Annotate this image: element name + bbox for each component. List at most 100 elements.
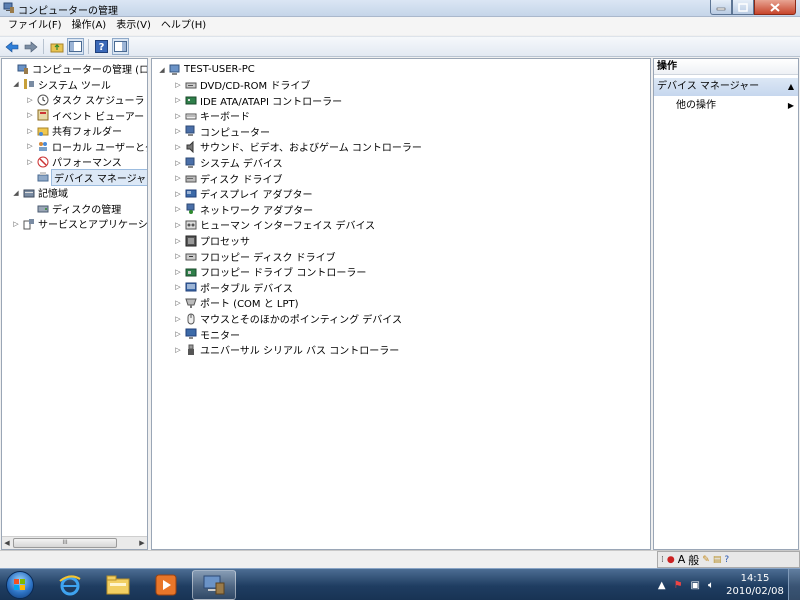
menu-action[interactable]: 操作(A)	[67, 17, 112, 35]
expand-icon[interactable]: ▷	[174, 330, 182, 338]
taskbar-explorer[interactable]	[96, 570, 140, 600]
console-tree-item[interactable]: ▷ タスク スケジューラ	[26, 92, 144, 107]
close-button[interactable]	[754, 0, 796, 15]
scroll-thumb[interactable]: III	[13, 538, 117, 548]
device-category-item[interactable]: ▷ サウンド、ビデオ、およびゲーム コントローラー	[174, 139, 422, 154]
device-category-item[interactable]: ▷ ディスク ドライブ	[174, 171, 282, 186]
title-bar[interactable]: コンピューターの管理	[0, 0, 800, 17]
collapse-icon[interactable]: ◢	[12, 189, 20, 197]
expand-icon[interactable]: ▷	[174, 127, 182, 135]
expand-icon[interactable]: ▷	[174, 252, 182, 260]
device-tree-root[interactable]: ◢ TEST-USER-PC	[158, 62, 255, 77]
device-category-item[interactable]: ▷ ネットワーク アダプター	[174, 202, 313, 217]
show-hide-action-pane-button[interactable]	[112, 38, 129, 55]
show-hidden-icons-button[interactable]: ▲	[658, 580, 666, 591]
action-center-flag-icon[interactable]: ⚑	[674, 580, 683, 591]
minimize-button[interactable]	[710, 0, 732, 15]
network-icon[interactable]: ▣	[691, 580, 700, 591]
expand-icon[interactable]: ▷	[174, 237, 182, 245]
ime-kanji-mode[interactable]: 般	[688, 552, 699, 568]
console-tree-item[interactable]: ディスクの管理	[26, 201, 121, 216]
expand-icon[interactable]: ▷	[174, 283, 182, 291]
device-category-item[interactable]: ▷ コンピューター	[174, 124, 270, 139]
ime-help-icon[interactable]: ?	[724, 555, 729, 565]
console-tree-item[interactable]: ▷ サービスとアプリケーショ	[12, 216, 147, 231]
console-tree-pane[interactable]: コンピューターの管理 (ローカ ◢ システム ツール ▷ タスク スケジューラ ▷ イベント…	[1, 58, 148, 550]
horizontal-scrollbar[interactable]: ◀ III ▶	[2, 536, 147, 549]
scroll-right-arrow-icon[interactable]: ▶	[138, 539, 146, 547]
up-level-button[interactable]	[48, 38, 65, 55]
console-tree-item[interactable]: ◢ システム ツール	[12, 77, 111, 92]
expand-icon[interactable]: ▷	[26, 158, 34, 166]
more-actions-item[interactable]: 他の操作	[676, 99, 716, 113]
device-category-item[interactable]: ▷ キーボード	[174, 108, 250, 124]
expand-icon[interactable]: ▷	[174, 205, 182, 213]
console-tree-item[interactable]: デバイス マネージャー	[26, 168, 147, 186]
device-category-item[interactable]: ▷ モニター	[174, 327, 240, 342]
show-desktop-button[interactable]	[788, 569, 800, 600]
console-tree-item[interactable]: ▷ ローカル ユーザーとグ	[26, 139, 147, 154]
device-category-item[interactable]: ▷ IDE ATA/ATAPI コントローラー	[174, 93, 342, 108]
expand-icon[interactable]: ▷	[12, 220, 20, 228]
expand-icon[interactable]: ▷	[174, 96, 182, 104]
menu-help[interactable]: ヘルプ(H)	[156, 17, 211, 35]
device-category-item[interactable]: ▷ ポータブル デバイス	[174, 280, 293, 295]
forward-button[interactable]	[22, 38, 39, 55]
device-category-item[interactable]: ▷ フロッピー ドライブ コントローラー	[174, 264, 366, 280]
expand-icon[interactable]: ▷	[174, 112, 182, 120]
back-button[interactable]	[3, 38, 20, 55]
device-category-item[interactable]: ▷ ヒューマン インターフェイス デバイス	[174, 217, 375, 232]
console-tree-item[interactable]: コンピューターの管理 (ローカ	[6, 61, 147, 76]
expand-icon[interactable]: ▷	[174, 315, 182, 323]
actions-section-device-manager[interactable]: デバイス マネージャー ▲	[654, 78, 798, 96]
scroll-left-arrow-icon[interactable]: ◀	[3, 539, 11, 547]
console-tree-item[interactable]: ▷ パフォーマンス	[26, 154, 122, 169]
system-clock[interactable]: 14:15 2010/02/08	[722, 572, 788, 598]
ime-grip-icon[interactable]: ⁞	[661, 555, 664, 565]
taskbar-media-player[interactable]	[144, 570, 188, 600]
ime-red-icon[interactable]: ●	[667, 555, 675, 565]
collapse-icon[interactable]: ◢	[12, 80, 20, 88]
expand-icon[interactable]: ▷	[174, 143, 182, 151]
device-category-item[interactable]: ▷ マウスとそのほかのポインティング デバイス	[174, 311, 402, 326]
collapse-up-icon[interactable]: ▲	[788, 78, 794, 96]
expand-icon[interactable]: ▷	[174, 190, 182, 198]
device-category-item[interactable]: ▷ プロセッサ	[174, 233, 250, 248]
device-manager-pane[interactable]: ◢ TEST-USER-PC ▷ DVD/CD-ROM ドライブ ▷ IDE ATA/…	[151, 58, 651, 550]
expand-icon[interactable]: ▷	[26, 127, 34, 135]
device-category-item[interactable]: ▷ DVD/CD-ROM ドライブ	[174, 77, 310, 93]
expand-icon[interactable]: ▷	[174, 174, 182, 182]
device-category-item[interactable]: ▷ フロッピー ディスク ドライブ	[174, 249, 335, 264]
ime-language-bar[interactable]: ⁞ ● A 般 ✎ ▤ ?	[657, 551, 800, 568]
expand-icon[interactable]: ▷	[174, 221, 182, 229]
maximize-button[interactable]	[732, 0, 754, 15]
expand-icon[interactable]: ▷	[174, 299, 182, 307]
taskbar-internet-explorer[interactable]	[48, 570, 92, 600]
start-button[interactable]	[6, 571, 34, 599]
expand-icon[interactable]: ▷	[174, 346, 182, 354]
device-category-item[interactable]: ▷ システム デバイス	[174, 155, 283, 170]
taskbar-computer-management[interactable]	[192, 570, 236, 600]
menu-view[interactable]: 表示(V)	[111, 17, 156, 35]
expand-icon[interactable]: ▷	[174, 81, 182, 89]
help-button[interactable]: ?	[93, 38, 110, 55]
device-category-item[interactable]: ▷ ポート (COM と LPT)	[174, 295, 299, 310]
ime-input-mode[interactable]: A	[678, 553, 686, 566]
console-tree-item[interactable]: ◢ 記憶域	[12, 185, 68, 201]
expand-icon[interactable]: ▷	[174, 159, 182, 167]
ime-tools-icon[interactable]: ✎	[702, 555, 710, 565]
ime-dictionary-icon[interactable]: ▤	[713, 555, 722, 565]
submenu-arrow-icon[interactable]: ▶	[788, 99, 794, 113]
expand-icon[interactable]: ▷	[26, 96, 34, 104]
console-tree-item[interactable]: ▷ 共有フォルダー	[26, 123, 122, 139]
collapse-icon[interactable]: ◢	[158, 66, 166, 74]
expand-icon[interactable]: ▷	[174, 268, 182, 276]
show-hide-console-tree-button[interactable]	[67, 38, 84, 55]
menu-file[interactable]: ファイル(F)	[3, 17, 67, 35]
device-category-item[interactable]: ▷ ディスプレイ アダプター	[174, 186, 312, 201]
expand-icon[interactable]: ▷	[26, 111, 34, 119]
expand-icon[interactable]: ▷	[26, 142, 34, 150]
volume-icon[interactable]: 🔈︎	[708, 580, 714, 591]
console-tree-item[interactable]: ▷ イベント ビューアー	[26, 108, 144, 123]
device-category-item[interactable]: ▷ ユニバーサル シリアル バス コントローラー	[174, 342, 399, 357]
